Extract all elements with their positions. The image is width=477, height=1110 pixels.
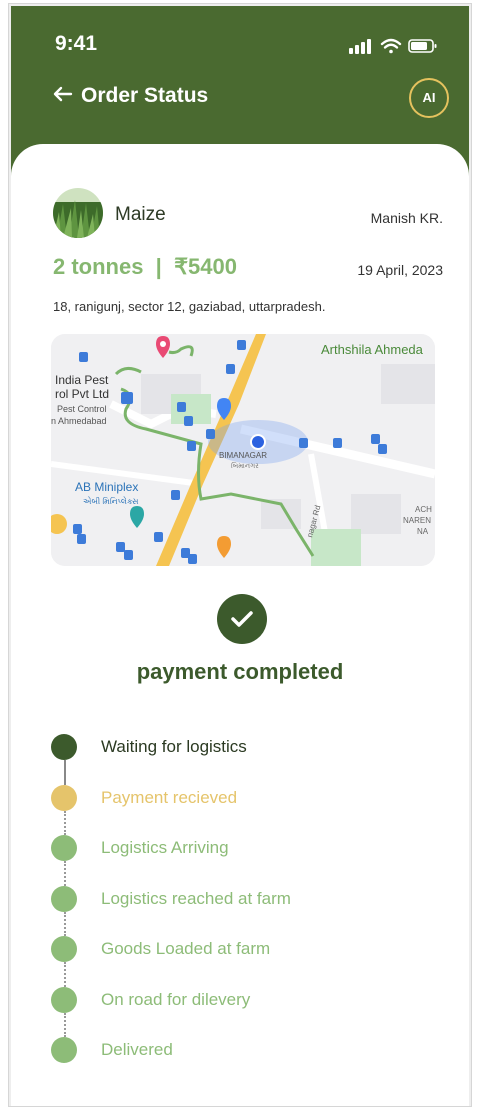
timeline-connector — [64, 760, 66, 785]
page-title: Order Status — [53, 84, 208, 108]
delivery-address: 18, ranigunj, sector 12, gaziabad, uttar… — [53, 299, 326, 314]
svg-text:બિમાનગર: બિમાનગર — [231, 461, 259, 470]
timeline-step-label: Delivered — [101, 1040, 173, 1059]
timeline-connector — [64, 1012, 66, 1037]
timeline-dot — [51, 885, 77, 912]
timeline-step-label: Waiting for logistics — [101, 737, 247, 756]
svg-text:rol Pvt Ltd: rol Pvt Ltd — [55, 387, 109, 401]
svg-text:એબી મિનિપ્લેક્સ: એબી મિનિપ્લેક્સ — [83, 496, 139, 506]
timeline-dot — [51, 734, 77, 760]
timeline-step-label: Goods Loaded at farm — [101, 939, 271, 958]
timeline-step-label: Logistics reached at farm — [101, 888, 291, 908]
timeline-connector — [64, 861, 66, 886]
order-date: 19 April, 2023 — [357, 262, 443, 278]
farmer-name: Manish KR. — [370, 210, 443, 226]
svg-text:NA: NA — [417, 527, 429, 536]
route-map[interactable]: Arthshila Ahmeda India Pest rol Pvt Ltd … — [51, 334, 435, 566]
timeline-dot — [51, 784, 77, 811]
timeline-dot — [51, 1037, 77, 1063]
quantity-price: 2 tonnes | ₹5400 — [53, 254, 238, 279]
battery-icon — [408, 39, 437, 53]
crop-name: Maize — [115, 204, 166, 225]
timeline-connector — [64, 962, 66, 987]
timeline-step-label: Payment recieved — [101, 787, 238, 807]
crop-avatar — [53, 188, 103, 238]
svg-text:AB Miniplex: AB Miniplex — [75, 480, 138, 494]
wifi-icon — [380, 38, 402, 54]
svg-text:NAREN: NAREN — [403, 516, 431, 525]
svg-text:Pest Control: Pest Control — [57, 404, 107, 414]
check-icon — [217, 594, 267, 644]
timeline-dot — [51, 986, 77, 1013]
signal-icon — [349, 39, 371, 54]
svg-text:Arthshila Ahmeda: Arthshila Ahmeda — [321, 342, 424, 357]
svg-text:India Pest: India Pest — [55, 373, 109, 387]
timeline-connector — [64, 911, 66, 936]
timeline-dot — [51, 936, 77, 962]
status-time: 9:41 — [55, 32, 98, 55]
timeline-dot — [51, 835, 77, 861]
status-icons — [349, 36, 441, 61]
timeline-step-label: Logistics Arriving — [101, 838, 229, 857]
back-arrow-icon[interactable] — [53, 84, 73, 108]
timeline-connector — [64, 810, 66, 835]
order-card: Maize Manish KR. 2 tonnes | ₹5400 19 Apr… — [11, 144, 469, 1106]
svg-text:ACH: ACH — [415, 505, 432, 514]
svg-text:n Ahmedabad: n Ahmedabad — [51, 416, 107, 426]
page-title-text: Order Status — [81, 84, 209, 107]
ai-assistant-button[interactable]: AI — [409, 78, 449, 118]
svg-text:BIMANAGAR: BIMANAGAR — [219, 451, 267, 460]
phone-frame: 9:41 Order Status AI Maize Manish KR. 2 … — [8, 3, 472, 1107]
payment-status-title: payment completed — [136, 659, 344, 684]
timeline-step-label: On road for dilevery — [101, 989, 251, 1009]
order-timeline: Waiting for logistics Payment recieved Log… — [51, 734, 451, 1074]
